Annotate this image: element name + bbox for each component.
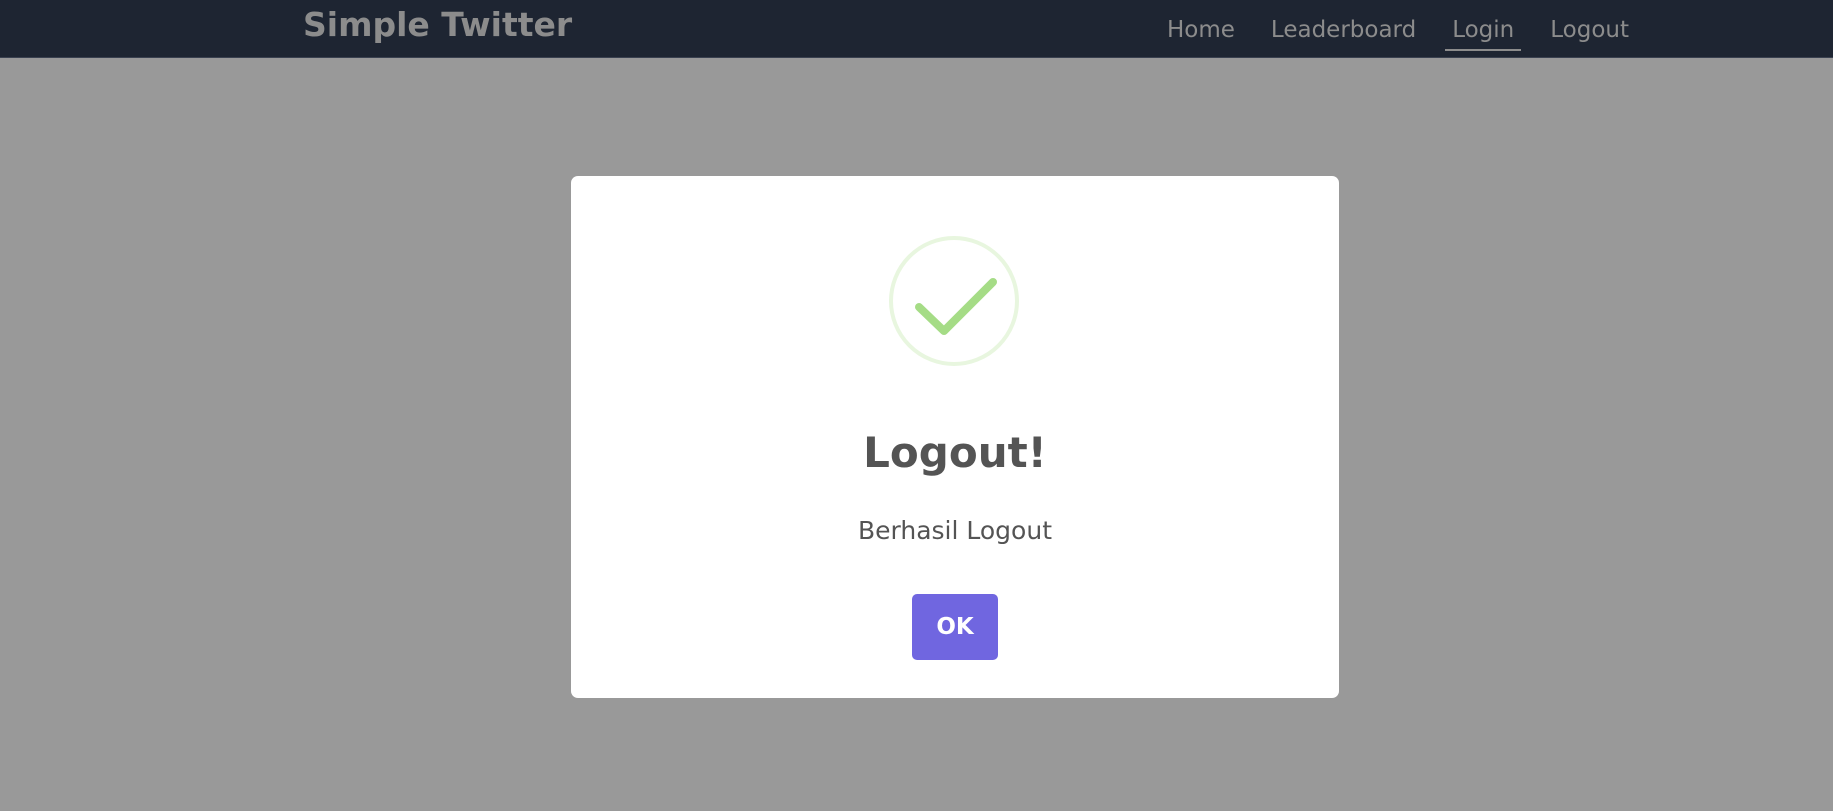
top-navbar: Simple Twitter Home Leaderboard Login Lo… xyxy=(0,0,1833,58)
nav-link-login[interactable]: Login xyxy=(1445,13,1522,51)
nav-links: Home Leaderboard Login Logout xyxy=(1160,13,1658,51)
success-check-icon xyxy=(889,236,1019,366)
nav-link-home[interactable]: Home xyxy=(1160,13,1242,51)
brand-title[interactable]: Simple Twitter xyxy=(303,4,572,46)
ok-button[interactable]: OK xyxy=(912,594,998,660)
nav-link-leaderboard[interactable]: Leaderboard xyxy=(1264,13,1423,51)
dialog-message: Berhasil Logout xyxy=(858,516,1052,545)
dialog-title: Logout! xyxy=(863,428,1047,477)
logout-dialog: Logout! Berhasil Logout OK xyxy=(571,176,1339,698)
nav-link-logout[interactable]: Logout xyxy=(1543,13,1636,51)
